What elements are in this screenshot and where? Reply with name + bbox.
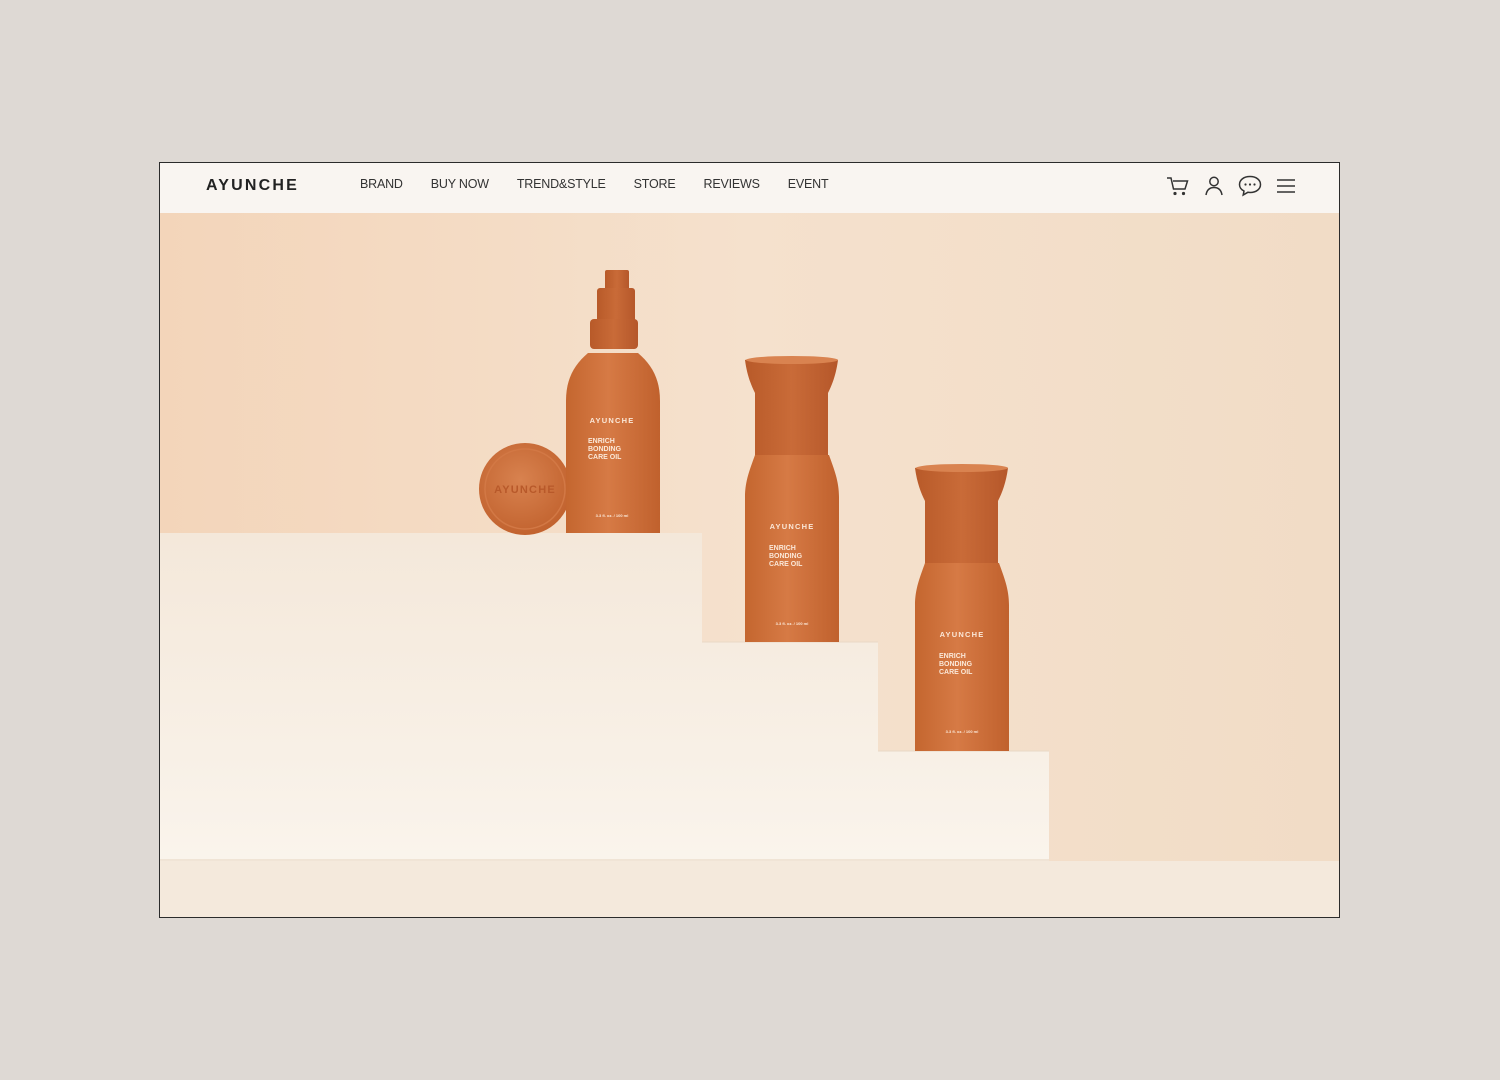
svg-text:ENRICH: ENRICH <box>939 653 966 660</box>
svg-text:ENRICH: ENRICH <box>769 545 796 552</box>
svg-text:BONDING: BONDING <box>588 446 622 453</box>
nav-item-buy-now[interactable]: BUY NOW <box>431 177 489 191</box>
top-navigation: AYUNCHE BRAND BUY NOW TREND&STYLE STORE … <box>160 163 1339 213</box>
svg-text:3.3 fl. oz. / 100 ml: 3.3 fl. oz. / 100 ml <box>946 729 979 734</box>
chat-icon[interactable] <box>1237 173 1263 199</box>
nav-item-trend-style[interactable]: TREND&STYLE <box>517 177 606 191</box>
nav-item-event[interactable]: EVENT <box>788 177 829 191</box>
nav-item-reviews[interactable]: REVIEWS <box>704 177 760 191</box>
svg-text:BONDING: BONDING <box>769 553 803 560</box>
user-icon[interactable] <box>1201 173 1227 199</box>
browser-window: AYUNCHE BRAND BUY NOW TREND&STYLE STORE … <box>159 162 1340 918</box>
svg-text:AYUNCHE: AYUNCHE <box>940 630 985 639</box>
cart-icon[interactable] <box>1165 173 1191 199</box>
svg-text:BONDING: BONDING <box>939 661 973 668</box>
svg-text:AYUNCHE: AYUNCHE <box>590 416 635 425</box>
nav-item-brand[interactable]: BRAND <box>360 177 403 191</box>
svg-text:ENRICH: ENRICH <box>588 438 615 445</box>
hero-product-image: AYUNCHE AYUNCHE ENRICH BONDING CARE OIL … <box>160 213 1339 917</box>
floor <box>160 861 1339 917</box>
nav-item-store[interactable]: STORE <box>634 177 676 191</box>
brand-logo[interactable]: AYUNCHE <box>206 177 299 195</box>
svg-text:CARE OIL: CARE OIL <box>769 561 803 568</box>
svg-text:3.3 fl. oz. / 100 ml: 3.3 fl. oz. / 100 ml <box>596 513 629 518</box>
product-bottle-right: AYUNCHE ENRICH BONDING CARE OIL 3.3 fl. … <box>915 464 1009 751</box>
svg-text:CARE OIL: CARE OIL <box>588 454 622 461</box>
main-menu: BRAND BUY NOW TREND&STYLE STORE REVIEWS … <box>360 177 856 191</box>
svg-text:AYUNCHE: AYUNCHE <box>770 522 815 531</box>
product-bottle-middle: AYUNCHE ENRICH BONDING CARE OIL 3.3 fl. … <box>745 356 839 642</box>
svg-text:3.3 fl. oz. / 100 ml: 3.3 fl. oz. / 100 ml <box>776 621 809 626</box>
cap-embossed-text: AYUNCHE <box>494 484 556 496</box>
menu-icon[interactable] <box>1273 173 1299 199</box>
svg-text:CARE OIL: CARE OIL <box>939 669 973 676</box>
bottle-cap: AYUNCHE <box>479 443 571 535</box>
nav-icons <box>1155 173 1299 199</box>
hero-banner: AYUNCHE AYUNCHE ENRICH BONDING CARE OIL … <box>160 213 1339 917</box>
